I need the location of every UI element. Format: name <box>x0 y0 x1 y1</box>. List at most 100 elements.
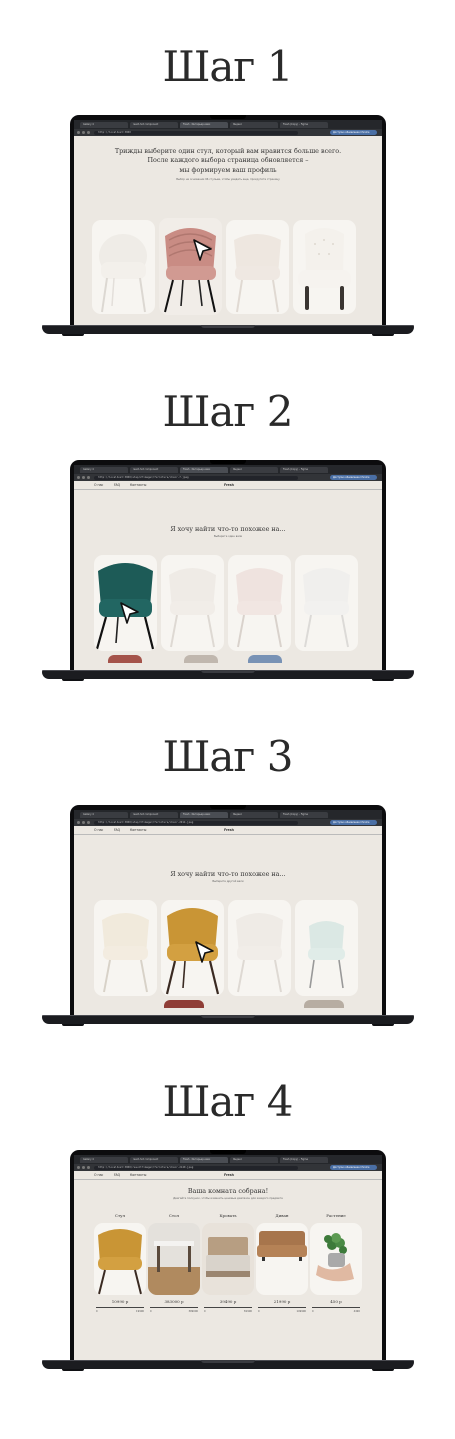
nav-contacts-link[interactable]: Контакты <box>130 483 146 487</box>
nav-about-link[interactable]: О нас <box>94 1173 103 1177</box>
chair-card-mint[interactable] <box>295 900 358 996</box>
white-chair-image <box>236 913 283 993</box>
laptop-screen: Gallery 4 react-hot component Fresh · Ин… <box>70 115 386 327</box>
forward-icon[interactable] <box>82 821 85 824</box>
url-field[interactable]: http://localhost:3000/result?image=/furn… <box>94 1165 298 1170</box>
category-label: Диван <box>275 1213 289 1218</box>
url-field[interactable]: http://localhost:3000 <box>94 130 298 135</box>
tab[interactable]: Gallery 4 <box>80 812 128 818</box>
nav-faq-link[interactable]: FAQ <box>114 483 120 487</box>
site-nav: О нас FAQ Контакты Fresh <box>74 481 382 490</box>
price-slider[interactable] <box>96 1307 144 1308</box>
category-label: Кровать <box>219 1213 237 1218</box>
mouse-cursor-icon <box>195 941 214 963</box>
brand-logo[interactable]: Fresh <box>224 1173 234 1177</box>
chair-card-beige[interactable] <box>226 220 289 314</box>
page-hint: Двигайте ползунок, чтобы изменить ценовы… <box>173 1197 283 1200</box>
price-label: 39490 р <box>219 1299 237 1304</box>
tab-active[interactable]: Fresh · Интерьер-квиз <box>180 467 228 473</box>
range-min: 0 <box>150 1310 152 1313</box>
reload-icon[interactable] <box>87 476 90 479</box>
nav-about-link[interactable]: О нас <box>94 483 103 487</box>
result-column-table: Стол 383000 р 0 399000 <box>148 1207 200 1357</box>
chair-card-white[interactable] <box>161 555 224 651</box>
result-card-plant[interactable] <box>310 1223 362 1295</box>
chair-card-white[interactable] <box>228 900 291 996</box>
price-slider[interactable] <box>258 1307 306 1308</box>
update-chrome-button[interactable]: Доступно обновление Chrome <box>330 475 377 480</box>
mustard-chair-image <box>98 1229 142 1295</box>
result-card-table[interactable] <box>148 1223 200 1295</box>
price-slider[interactable] <box>204 1307 252 1308</box>
tab[interactable]: react-hot component <box>130 1157 178 1163</box>
tab-active[interactable]: Fresh · Интерьер-квиз <box>180 1157 228 1163</box>
tab[interactable]: Fresh (Copy) – Figma <box>280 122 328 128</box>
chair-card-grey[interactable] <box>295 555 358 651</box>
range-min: 0 <box>312 1310 314 1313</box>
chair-card-pink[interactable] <box>159 218 222 315</box>
step-title: Шаг 1 <box>162 42 293 91</box>
tab[interactable]: Яндекс <box>230 812 278 818</box>
tab[interactable]: react-hot component <box>130 467 178 473</box>
tab[interactable]: Fresh (Copy) – Figma <box>280 1157 328 1163</box>
result-column-plant: Растение 450 р 0 4490 <box>310 1207 362 1357</box>
forward-icon[interactable] <box>82 476 85 479</box>
range-min: 0 <box>96 1310 98 1313</box>
category-label: Растение <box>326 1213 346 1218</box>
price-slider[interactable] <box>312 1307 360 1308</box>
nav-faq-link[interactable]: FAQ <box>114 828 120 832</box>
browser-window: Gallery 4 react-hot component Fresh · Ин… <box>74 1155 382 1362</box>
chair-card-blush[interactable] <box>228 555 291 651</box>
browser-window: Gallery 4 react-hot component Fresh · Ин… <box>74 465 382 672</box>
laptop: Gallery 4 react-hot component Fresh · Ин… <box>42 115 414 340</box>
tab[interactable]: Gallery 4 <box>80 122 128 128</box>
brand-logo[interactable]: Fresh <box>224 828 234 832</box>
back-icon[interactable] <box>77 131 80 134</box>
forward-icon[interactable] <box>82 1166 85 1169</box>
tab-active[interactable]: Fresh · Интерьер-квиз <box>180 122 228 128</box>
cream-chair-image <box>102 913 149 993</box>
tab[interactable]: Fresh (Copy) – Figma <box>280 812 328 818</box>
nav-contacts-link[interactable]: Контакты <box>130 828 146 832</box>
update-chrome-button[interactable]: Доступно обновление Chrome <box>330 130 377 135</box>
price-label: 10990 р <box>111 1299 129 1304</box>
update-chrome-button[interactable]: Доступно обновление Chrome <box>330 1165 377 1170</box>
tab[interactable]: react-hot component <box>130 812 178 818</box>
update-chrome-button[interactable]: Доступно обновление Chrome <box>330 820 377 825</box>
tab[interactable]: Яндекс <box>230 1157 278 1163</box>
tab[interactable]: Яндекс <box>230 467 278 473</box>
tab[interactable]: Fresh (Copy) – Figma <box>280 467 328 473</box>
price-slider[interactable] <box>150 1307 198 1308</box>
result-card-chair[interactable] <box>94 1223 146 1295</box>
plant-image <box>316 1233 354 1282</box>
tab[interactable]: Gallery 4 <box>80 1157 128 1163</box>
nav-about-link[interactable]: О нас <box>94 828 103 832</box>
forward-icon[interactable] <box>82 131 85 134</box>
back-icon[interactable] <box>77 821 80 824</box>
result-card-bed[interactable] <box>202 1223 254 1295</box>
reload-icon[interactable] <box>87 1166 90 1169</box>
chair-card-tufted[interactable] <box>293 220 356 314</box>
tab-bar: Gallery 4 react-hot component Fresh · Ин… <box>74 120 382 129</box>
reload-icon[interactable] <box>87 131 90 134</box>
result-card-sofa[interactable] <box>256 1223 308 1295</box>
back-icon[interactable] <box>77 476 80 479</box>
back-icon[interactable] <box>77 1166 80 1169</box>
step-4: Шаг 4 Gallery 4 react-hot component Fres… <box>0 1035 455 1439</box>
brand-logo[interactable]: Fresh <box>224 483 234 487</box>
tab-active[interactable]: Fresh · Интерьер-квиз <box>180 812 228 818</box>
chair-card-white[interactable] <box>92 220 155 314</box>
nav-faq-link[interactable]: FAQ <box>114 1173 120 1177</box>
next-row-peek <box>94 1000 358 1008</box>
reload-icon[interactable] <box>87 821 90 824</box>
table-image <box>148 1223 200 1295</box>
url-field[interactable]: http://localhost:3000/step/3?image=/furn… <box>94 820 298 825</box>
tab[interactable]: Gallery 4 <box>80 467 128 473</box>
url-field[interactable]: http://localhost:3000/step/2?image=/furn… <box>94 475 298 480</box>
tab[interactable]: Яндекс <box>230 122 278 128</box>
tab[interactable]: react-hot component <box>130 122 178 128</box>
tufted-chair-image <box>298 228 351 310</box>
nav-contacts-link[interactable]: Контакты <box>130 1173 146 1177</box>
chair-card-cream[interactable] <box>94 900 157 996</box>
step-title: Шаг 3 <box>162 732 293 781</box>
